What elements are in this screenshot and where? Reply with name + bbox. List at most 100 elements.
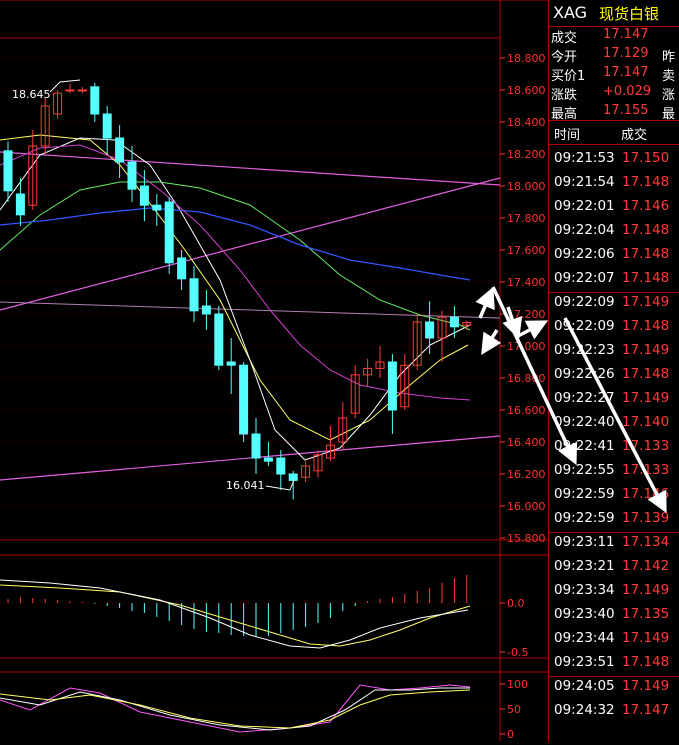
tick-row[interactable]: 09:21:54 17.148	[549, 172, 679, 196]
tick-price: 17.148	[622, 654, 670, 670]
tick-price: 17.148	[622, 270, 670, 286]
tick-row[interactable]: 09:22:40 17.140	[549, 412, 679, 436]
divider	[549, 144, 679, 145]
y-tick-label: 18.000	[507, 180, 546, 193]
tick-row[interactable]: 09:23:21 17.142	[549, 556, 679, 580]
candle-body	[127, 161, 137, 190]
chart-area[interactable]: 18.800 18.600 18.400 18.200 18.000 17.800 17.6…	[0, 0, 548, 741]
tick-time: 09:22:59	[554, 510, 615, 526]
y-tick-label: 17.800	[507, 212, 546, 225]
tick-price: 17.134	[622, 534, 670, 550]
tick-price: 17.148	[622, 222, 670, 238]
tick-row[interactable]: 09:23:34 17.149	[549, 580, 679, 604]
tick-row[interactable]: 09:22:09 17.148	[549, 316, 679, 340]
quote-value: +0.029	[603, 84, 652, 99]
y-tick-label: 16.600	[507, 404, 546, 417]
quote-value: 17.147	[603, 27, 649, 42]
ma-line-yellow	[0, 134, 469, 441]
tick-row[interactable]: 09:22:07 17.148	[549, 268, 679, 292]
tick-row[interactable]: 09:22:09 17.149	[549, 292, 679, 316]
price-chart[interactable]: 18.800 18.600 18.400 18.200 18.000 17.800 17.6…	[0, 0, 548, 741]
tick-time: 09:22:01	[554, 198, 615, 214]
candle-body	[102, 113, 112, 139]
tick-row[interactable]: 09:23:44 17.149	[549, 628, 679, 652]
trendline	[0, 177, 501, 311]
tick-price: 17.148	[622, 174, 670, 190]
quote-header: XAG 现货白银	[549, 0, 679, 27]
tick-price: 17.150	[622, 150, 670, 166]
macd-dea-line	[0, 584, 471, 647]
candle-body	[201, 305, 211, 315]
tick-price: 17.149	[622, 294, 670, 310]
y-tick-label: 17.200	[507, 308, 546, 321]
tick-row[interactable]: 09:22:23 17.149	[549, 340, 679, 364]
tick-row[interactable]: 09:24:05 17.149	[549, 676, 679, 700]
tick-time: 09:22:09	[554, 318, 615, 334]
tick-row[interactable]: 09:23:51 17.148	[549, 652, 679, 676]
tick-time: 09:22:27	[554, 390, 615, 406]
candle-body	[288, 473, 298, 481]
tick-time: 09:23:44	[554, 630, 615, 646]
macd-y-label: 0.0	[507, 597, 525, 610]
candle-body	[449, 316, 459, 328]
tick-time: 09:23:40	[554, 606, 615, 622]
tick-row[interactable]: 09:22:06 17.148	[549, 244, 679, 268]
symbol-code: XAG	[553, 3, 588, 22]
candle-body	[263, 457, 273, 462]
trendline	[0, 151, 501, 186]
tick-price: 17.148	[622, 246, 670, 262]
tick-time: 09:22:06	[554, 246, 615, 262]
tick-time: 09:22:07	[554, 270, 615, 286]
indicator-y-label: 50	[507, 703, 521, 716]
tick-row[interactable]: 09:22:01 17.146	[549, 196, 679, 220]
quote-row: 涨跌 +0.029 涨	[549, 84, 679, 103]
tick-row[interactable]: 09:22:26 17.148	[549, 364, 679, 388]
y-tick-label: 15.800	[507, 532, 546, 545]
quote-row: 买价1 17.147 卖	[549, 65, 679, 84]
indicator-y-label: 0	[507, 728, 514, 741]
candle-body	[189, 278, 199, 312]
tick-row[interactable]: 09:22:59 17.139	[549, 508, 679, 532]
tick-row[interactable]: 09:22:59 17.146	[549, 484, 679, 508]
tick-price: 17.142	[622, 558, 670, 574]
tick-price: 17.133	[622, 462, 670, 478]
divider	[549, 120, 679, 121]
ticks-header: 时间 成交	[549, 122, 679, 144]
low-annotation: 16.041	[226, 479, 265, 492]
tick-time: 09:22:59	[554, 486, 615, 502]
tick-row[interactable]: 09:22:27 17.149	[549, 388, 679, 412]
ma-line-blue	[0, 207, 471, 281]
tick-row[interactable]: 09:22:04 17.148	[549, 220, 679, 244]
ticks-header-time: 时间	[554, 128, 581, 143]
tick-time: 09:24:05	[554, 678, 615, 694]
tick-time: 09:21:53	[554, 150, 615, 166]
tick-row[interactable]: 09:22:41 17.133	[549, 436, 679, 460]
tick-row[interactable]: 09:21:53 17.150	[549, 148, 679, 172]
tick-row[interactable]: 09:23:11 17.134	[549, 532, 679, 556]
candle-body	[15, 193, 25, 216]
tick-row[interactable]: 09:24:32 17.147	[549, 700, 679, 724]
tick-price: 17.139	[622, 510, 670, 526]
tick-time: 09:22:26	[554, 366, 615, 382]
y-tick-label: 17.400	[507, 276, 546, 289]
macd-y-label: -0.5	[507, 646, 528, 659]
candle-body	[387, 361, 397, 411]
candle-body	[226, 361, 236, 366]
tick-time: 09:23:34	[554, 582, 615, 598]
low-annotation-leader	[265, 479, 295, 491]
tick-time: 09:22:40	[554, 414, 615, 430]
candle-body	[152, 204, 162, 211]
tick-time: 09:23:51	[554, 654, 615, 670]
trendline	[0, 301, 501, 319]
candle-body	[239, 364, 249, 435]
tick-row[interactable]: 09:23:40 17.135	[549, 604, 679, 628]
candle-body	[65, 89, 75, 92]
tick-time: 09:23:21	[554, 558, 615, 574]
quote-value: 17.129	[603, 46, 649, 61]
candle-body	[139, 185, 149, 206]
tick-time: 09:22:04	[554, 222, 615, 238]
quote-extra-label: 昨	[662, 50, 676, 65]
ma-line-white	[0, 137, 471, 461]
tick-time: 09:21:54	[554, 174, 615, 190]
tick-row[interactable]: 09:22:55 17.133	[549, 460, 679, 484]
